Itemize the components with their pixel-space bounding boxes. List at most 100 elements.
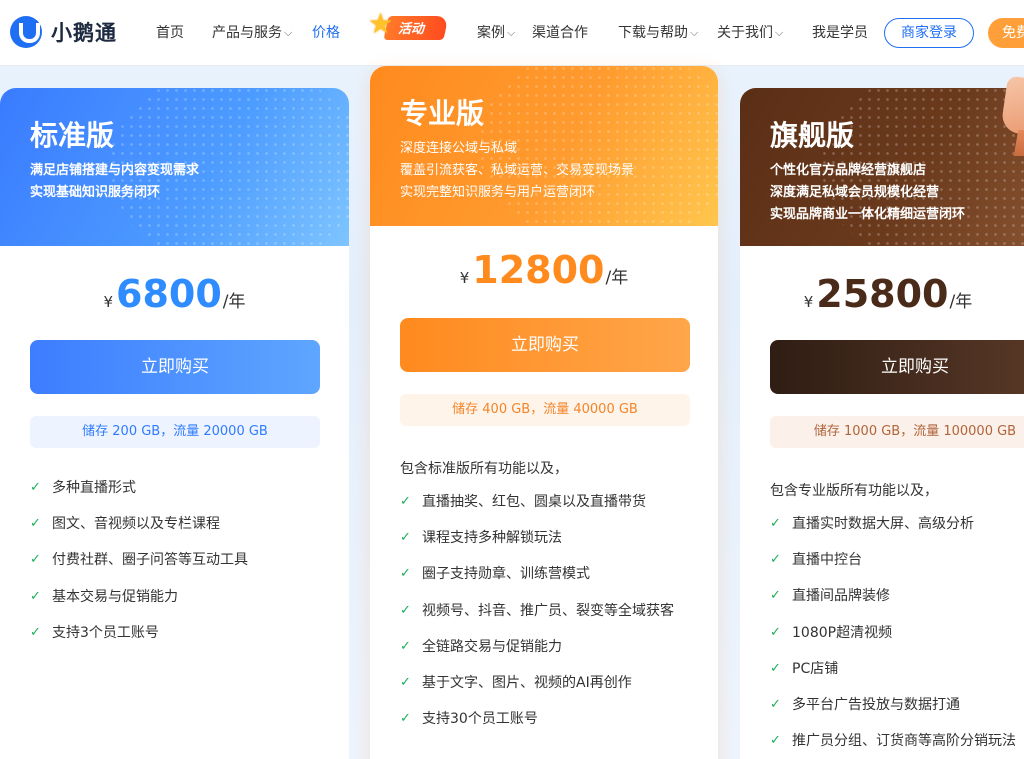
plan-description-line: 个性化官方品牌经营旗舰店 [770,163,927,178]
plan-price: ¥12800/年 [370,248,718,292]
check-icon: ✓ [400,494,411,509]
logo-icon [10,16,42,48]
feature-item: ✓ 基本交易与促销能力 [30,587,248,623]
check-icon: ✓ [30,552,41,568]
nav-cases[interactable]: 案例 ⌵ [477,0,515,66]
price-value: 25800 [816,272,949,316]
nav-products-label: 产品与服务 [212,25,282,41]
plan-card-pro: 专业版 深度连接公域与私域 覆盖引流获客、私域运营、交易变现场景 实现完整知识服… [370,66,718,759]
check-icon: ✓ [30,588,41,604]
merchant-login-button[interactable]: 商家登录 [884,18,974,48]
nav-activity-label: 活动 [398,22,425,37]
chevron-down-icon: ⌵ [507,26,516,39]
nav-pricing-label: 价格 [312,25,340,41]
feature-item: ✓ 全链路交易与促销能力 [400,637,674,673]
nav-pricing[interactable]: 价格 [312,0,340,66]
chevron-down-icon: ⌵ [775,26,784,39]
nav-home[interactable]: 首页 [156,0,184,66]
check-icon: ✓ [770,552,781,568]
plan-header: 旗舰版 个性化官方品牌经营旗舰店 深度满足私域会员规模化经营 实现品牌商业一体化… [740,88,1024,246]
nav-channel-label: 渠道合作 [532,25,588,41]
check-icon: ✓ [400,602,411,618]
feature-text: 直播抽奖、红包、圆桌以及直播带货 [422,494,646,510]
check-icon: ✓ [770,696,781,712]
nav-activity[interactable]: 活动 ★ [368,7,449,42]
feature-text: 课程支持多种解锁玩法 [422,530,562,547]
plan-title: 专业版 [400,97,485,130]
nav-cases-label: 案例 [477,25,505,41]
plan-description-line: 实现品牌商业一体化精细运营闭环 [770,207,966,222]
medal-ribbon [1013,130,1024,156]
currency-symbol: ¥ [803,293,814,311]
medal-body [1000,75,1024,137]
feature-item: ✓ 课程支持多种解锁玩法 [400,528,674,564]
feature-item: ✓ 直播实时数据大屏、高级分析 [770,514,1016,550]
plan-title: 旗舰版 [770,119,855,152]
feature-text: 直播实时数据大屏、高级分析 [792,516,974,532]
feature-item: ✓ 支持30个员工账号 [400,709,674,745]
feature-text: 视频号、抖音、推广员、裂变等全域获客 [422,602,674,619]
feature-list: ✓ 直播抽奖、红包、圆桌以及直播带货 ✓ 课程支持多种解锁玩法 ✓ 圈子支持勋章、训练… [400,492,674,745]
storage-quota: 储存 200 GB，流量 20000 GB [30,416,320,448]
buy-now-button[interactable]: 立即购买 [30,340,320,394]
feature-text: 直播中控台 [792,552,862,569]
feature-item: ✓ PC店铺 [770,659,1016,695]
plan-description-line: 深度满足私域会员规模化经营 [770,185,940,200]
feature-item: ✓ 视频号、抖音、推广员、裂变等全域获客 [400,601,674,637]
feature-text: 圈子支持勋章、训练营模式 [422,566,590,583]
plan-description: 深度连接公域与私域 覆盖引流获客、私域运营、交易变现场景 实现完整知识服务与用户… [400,138,634,204]
feature-item: ✓ 圈子支持勋章、训练营模式 [400,564,674,600]
nav-about[interactable]: 关于我们 ⌵ [717,0,783,66]
storage-quota: 储存 400 GB，流量 40000 GB [400,394,690,426]
plan-description-line: 满足店铺搭建与内容变现需求 [30,163,200,178]
check-icon: ✓ [400,674,411,690]
plan-header: 专业版 深度连接公域与私域 覆盖引流获客、私域运营、交易变现场景 实现完整知识服… [370,66,718,226]
nav-products[interactable]: 产品与服务 ⌵ [212,0,292,66]
plan-description: 个性化官方品牌经营旗舰店 深度满足私域会员规模化经营 实现品牌商业一体化精细运营… [770,160,965,226]
buy-now-button[interactable]: 立即购买 [400,318,690,372]
nav-home-label: 首页 [156,25,184,41]
top-navigation-bar: 小鹅通 首页 产品与服务 ⌵ 价格 活动 ★ 案例 ⌵ 渠道合作 下载与帮助 ⌵ 关于… [0,0,1024,66]
logo[interactable]: 小鹅通 [10,14,117,50]
star-icon: ★ [368,7,394,40]
buy-now-button[interactable]: 立即购买 [770,340,1024,394]
price-unit: /年 [222,292,246,312]
check-icon: ✓ [770,624,781,640]
feature-item: ✓ 1080P超清视频 [770,623,1016,659]
plan-description-line: 实现基础知识服务闭环 [30,185,161,200]
check-icon: ✓ [30,480,41,495]
feature-text: 基本交易与促销能力 [52,588,178,605]
check-icon: ✓ [400,566,411,582]
feature-item: ✓ 多平台广告投放与数据打通 [770,695,1016,731]
feature-item: ✓ 图文、音视频以及专栏课程 [30,514,248,550]
check-icon: ✓ [770,733,781,749]
feature-intro: 包含专业版所有功能以及， [770,483,938,499]
feature-text: 支持30个员工账号 [422,711,538,728]
check-icon: ✓ [400,711,411,727]
feature-item: ✓ 多种直播形式 [30,478,248,514]
free-trial-button[interactable]: 免费 [988,18,1024,48]
plan-description: 满足店铺搭建与内容变现需求 实现基础知识服务闭环 [30,160,199,204]
plan-price: ¥25800/年 [740,272,1024,316]
nav-download[interactable]: 下载与帮助 ⌵ [618,0,698,66]
feature-intro: 包含标准版所有功能以及， [400,461,568,477]
plan-header: 标准版 满足店铺搭建与内容变现需求 实现基础知识服务闭环 [0,88,349,246]
price-value: 12800 [472,248,605,292]
feature-text: 图文、音视频以及专栏课程 [52,516,220,533]
feature-list: ✓ 直播实时数据大屏、高级分析 ✓ 直播中控台 ✓ 直播间品牌装修 ✓ 1080P超清视… [770,514,1016,759]
feature-text: 付费社群、圈子问答等互动工具 [52,552,248,569]
feature-item: ✓ 推广员分组、订货商等高阶分销玩法 [770,731,1016,759]
plan-price: ¥6800/年 [0,272,349,316]
feature-list: ✓ 多种直播形式 ✓ 图文、音视频以及专栏课程 ✓ 付费社群、圈子问答等互动工具 ✓ 基… [30,478,248,659]
feature-text: 直播间品牌装修 [792,588,890,605]
nav-channel[interactable]: 渠道合作 [532,0,588,66]
feature-item: ✓ 基于文字、图片、视频的AI再创作 [400,673,674,709]
feature-text: 全链路交易与促销能力 [422,638,562,655]
plan-title: 标准版 [30,119,115,152]
plan-description-line: 覆盖引流获客、私域运营、交易变现场景 [400,163,635,178]
nav-about-label: 关于我们 [717,25,773,41]
feature-item: ✓ 付费社群、圈子问答等互动工具 [30,550,248,586]
nav-student[interactable]: 我是学员 [812,0,868,66]
feature-text: 基于文字、图片、视频的AI再创作 [422,674,632,691]
check-icon: ✓ [30,516,41,532]
